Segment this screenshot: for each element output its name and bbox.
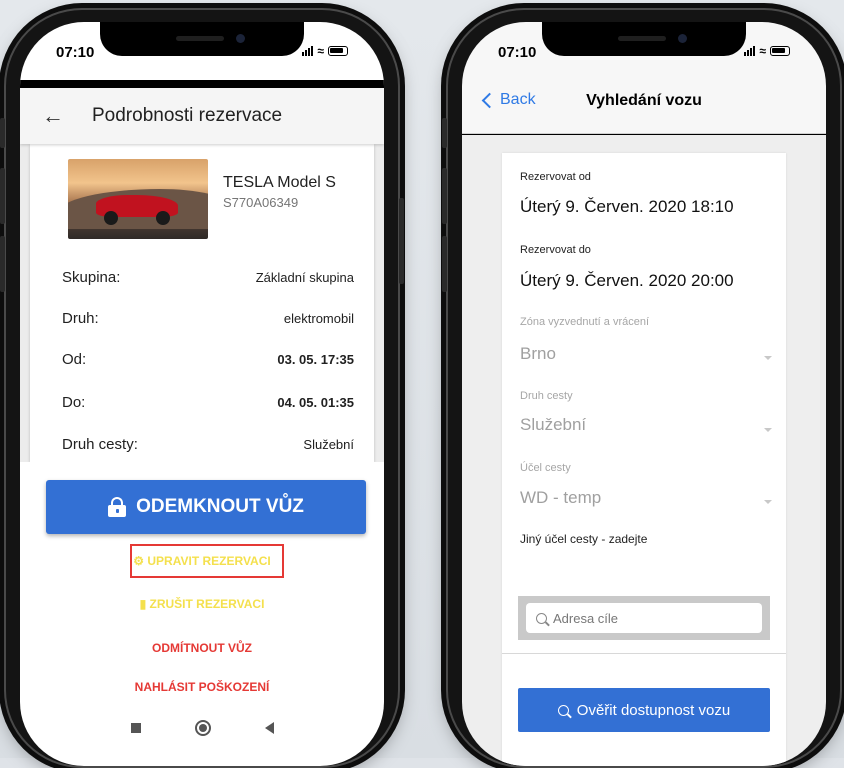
screen-right: 07:10 ≈ Back Vyhledání vozu Rezervovat o… <box>462 22 826 766</box>
address-placeholder: Adresa cíle <box>553 610 619 626</box>
detail-value: Základní skupina <box>255 269 354 285</box>
detail-value: elektromobil <box>283 310 354 326</box>
detail-value: 04. 05. 01:35 <box>277 394 354 410</box>
lock-icon <box>108 497 127 517</box>
report-damage-button[interactable]: NAHLÁSIT POŠKOZENÍ <box>20 680 384 694</box>
zone-select[interactable]: Brno <box>520 344 556 364</box>
reservation-details: TESLA Model S S770A06349 Skupina: Základ… <box>20 144 384 462</box>
verify-availability-button[interactable]: Ověřit dostupnost vozu <box>518 688 770 732</box>
page-title: Podrobnosti rezervace <box>92 105 283 126</box>
notch <box>542 22 746 56</box>
signal-icon <box>302 46 314 56</box>
battery-icon <box>328 46 348 56</box>
wifi-icon: ≈ <box>317 44 324 58</box>
car-image <box>68 159 208 239</box>
detail-key: Skupina: <box>62 268 121 286</box>
detail-row-from: Od: 03. 05. 17:35 <box>62 347 354 371</box>
side-button <box>442 236 447 292</box>
detail-key: Druh cesty: <box>62 435 138 453</box>
trip-type-select[interactable]: Služební <box>520 415 586 435</box>
side-button <box>399 198 404 284</box>
search-icon <box>536 612 547 624</box>
status-icons: ≈ <box>302 44 348 58</box>
detail-value: 03. 05. 17:35 <box>277 351 354 367</box>
signal-icon <box>744 46 756 56</box>
trash-icon: ▮ <box>139 597 147 611</box>
detail-row-type: Druh: elektromobil <box>62 306 354 330</box>
car-name: TESLA Model S <box>223 174 336 191</box>
status-time: 07:10 <box>498 44 537 61</box>
chevron-down-icon <box>764 428 772 432</box>
side-button <box>0 118 5 148</box>
status-icons: ≈ <box>744 44 790 58</box>
chevron-down-icon <box>764 500 772 504</box>
cancel-label: ZRUŠIT REZERVACI <box>149 597 265 611</box>
detail-key: Do: <box>62 393 86 411</box>
address-search-input[interactable]: Adresa cíle <box>526 603 762 633</box>
edit-reservation-button[interactable]: ⚙ UPRAVIT REZERVACI <box>20 554 384 568</box>
edit-label: UPRAVIT REZERVACI <box>147 554 271 568</box>
notch <box>100 22 304 56</box>
phone-right: 07:10 ≈ Back Vyhledání vozu Rezervovat o… <box>442 8 842 768</box>
reject-car-button[interactable]: ODMÍTNOUT VŮZ <box>20 641 384 655</box>
page-title: Vyhledání vozu <box>586 92 702 109</box>
search-body: Rezervovat od Úterý 9. Červen. 2020 18:1… <box>462 135 826 766</box>
detail-key: Druh: <box>62 309 99 327</box>
battery-icon <box>770 46 790 56</box>
detail-row-to: Do: 04. 05. 01:35 <box>62 390 354 414</box>
unlock-car-button[interactable]: ODEMKNOUT VŮZ <box>46 480 366 534</box>
chevron-down-icon <box>764 356 772 360</box>
side-button <box>442 118 447 148</box>
car-plate: S770A06349 <box>223 195 299 210</box>
from-datetime-field[interactable]: Úterý 9. Červen. 2020 18:10 <box>520 197 734 217</box>
phone-left: 07:10 ≈ ← Podrobnosti rezervace TESLA Mo… <box>0 8 404 768</box>
divider <box>502 653 786 654</box>
reservation-card: TESLA Model S S770A06349 Skupina: Základ… <box>30 144 374 462</box>
side-button <box>0 168 5 224</box>
other-purpose-field[interactable]: Jiný účel cesty - zadejte <box>520 532 647 546</box>
detail-value: Služební <box>303 436 354 452</box>
to-datetime-field[interactable]: Úterý 9. Červen. 2020 20:00 <box>520 271 734 291</box>
status-time: 07:10 <box>56 44 95 61</box>
back-arrow-icon[interactable]: ← <box>42 103 66 129</box>
detail-key: Od: <box>62 350 87 368</box>
search-icon <box>557 704 569 716</box>
verify-label: Ověřit dostupnost vozu <box>576 701 731 719</box>
from-label: Rezervovat od <box>520 171 591 183</box>
purpose-select[interactable]: WD - temp <box>520 488 601 508</box>
back-icon[interactable] <box>264 722 274 734</box>
android-nav-bar <box>20 698 384 766</box>
unlock-label: ODEMKNOUT VŮZ <box>136 496 304 517</box>
address-search-bar: Adresa cíle <box>518 596 770 640</box>
gear-icon: ⚙ <box>133 554 145 568</box>
trip-type-label: Druh cesty <box>520 390 573 402</box>
to-label: Rezervovat do <box>520 244 591 256</box>
side-button <box>442 168 447 224</box>
recent-apps-icon[interactable] <box>130 723 141 733</box>
zone-label: Zóna vyzvednutí a vrácení <box>520 316 650 328</box>
side-button <box>0 236 5 292</box>
detail-row-trip-type: Druh cesty: Služební <box>62 432 354 456</box>
screen-left: 07:10 ≈ ← Podrobnosti rezervace TESLA Mo… <box>20 22 384 766</box>
detail-row-group: Skupina: Základní skupina <box>62 265 354 289</box>
app-bar: ← Podrobnosti rezervace <box>20 88 384 144</box>
home-icon[interactable] <box>194 720 211 736</box>
status-divider <box>20 80 384 88</box>
actions-panel: ODEMKNOUT VŮZ ⚙ UPRAVIT REZERVACI ▮ ZRUŠ… <box>20 462 384 698</box>
cancel-reservation-button[interactable]: ▮ ZRUŠIT REZERVACI <box>20 597 384 611</box>
wifi-icon: ≈ <box>759 44 766 58</box>
purpose-label: Účel cesty <box>520 462 571 474</box>
search-form: Rezervovat od Úterý 9. Červen. 2020 18:1… <box>502 153 786 766</box>
